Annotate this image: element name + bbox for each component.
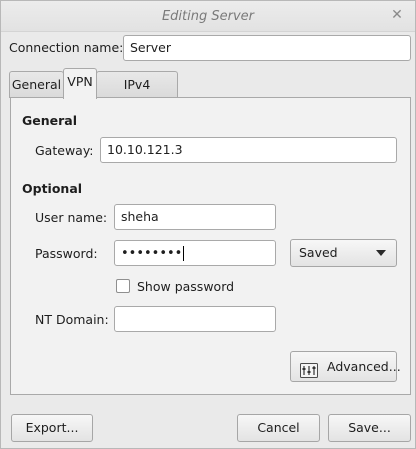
connection-name-label: Connection name: — [9, 40, 124, 55]
gateway-label: Gateway: — [35, 143, 94, 158]
connection-name-input[interactable]: Server — [123, 35, 411, 61]
window-title: Editing Server — [161, 9, 255, 24]
password-storage-value: Saved — [299, 245, 338, 260]
password-storage-dropdown[interactable]: Saved — [290, 239, 397, 267]
title-bar[interactable]: Editing Server ✕ — [1, 1, 415, 32]
show-password-checkbox[interactable] — [116, 279, 130, 293]
cancel-button[interactable]: Cancel — [237, 414, 320, 442]
show-password-label[interactable]: Show password — [137, 279, 234, 294]
text-caret — [183, 246, 185, 261]
username-input[interactable]: sheha — [114, 204, 276, 230]
gateway-input[interactable]: 10.10.121.3 — [100, 137, 397, 163]
chevron-down-icon — [376, 250, 386, 256]
general-section-heading: General — [22, 113, 77, 128]
close-icon[interactable]: ✕ — [389, 7, 405, 23]
vpn-tab-panel: General Gateway: 10.10.121.3 Optional Us… — [10, 97, 411, 395]
save-button[interactable]: Save... — [328, 414, 411, 442]
username-label: User name: — [35, 210, 108, 225]
password-label: Password: — [35, 246, 98, 261]
editing-server-dialog: Editing Server ✕ Connection name: Server… — [0, 0, 416, 449]
optional-section-heading: Optional — [22, 181, 83, 196]
tab-ipv4-settings[interactable]: IPv4 Settings — [96, 71, 178, 118]
tab-general[interactable]: General — [9, 71, 64, 98]
tab-vpn[interactable]: VPN — [63, 68, 97, 99]
nt-domain-label: NT Domain: — [35, 312, 109, 327]
tools-icon — [300, 359, 318, 378]
nt-domain-input[interactable] — [114, 306, 276, 332]
advanced-button[interactable]: Advanced... — [290, 351, 401, 382]
password-input[interactable]: •••••••• — [114, 240, 276, 266]
password-value: •••••••• — [121, 246, 183, 261]
export-button[interactable]: Export... — [11, 414, 93, 442]
advanced-label: Advanced... — [327, 359, 401, 374]
